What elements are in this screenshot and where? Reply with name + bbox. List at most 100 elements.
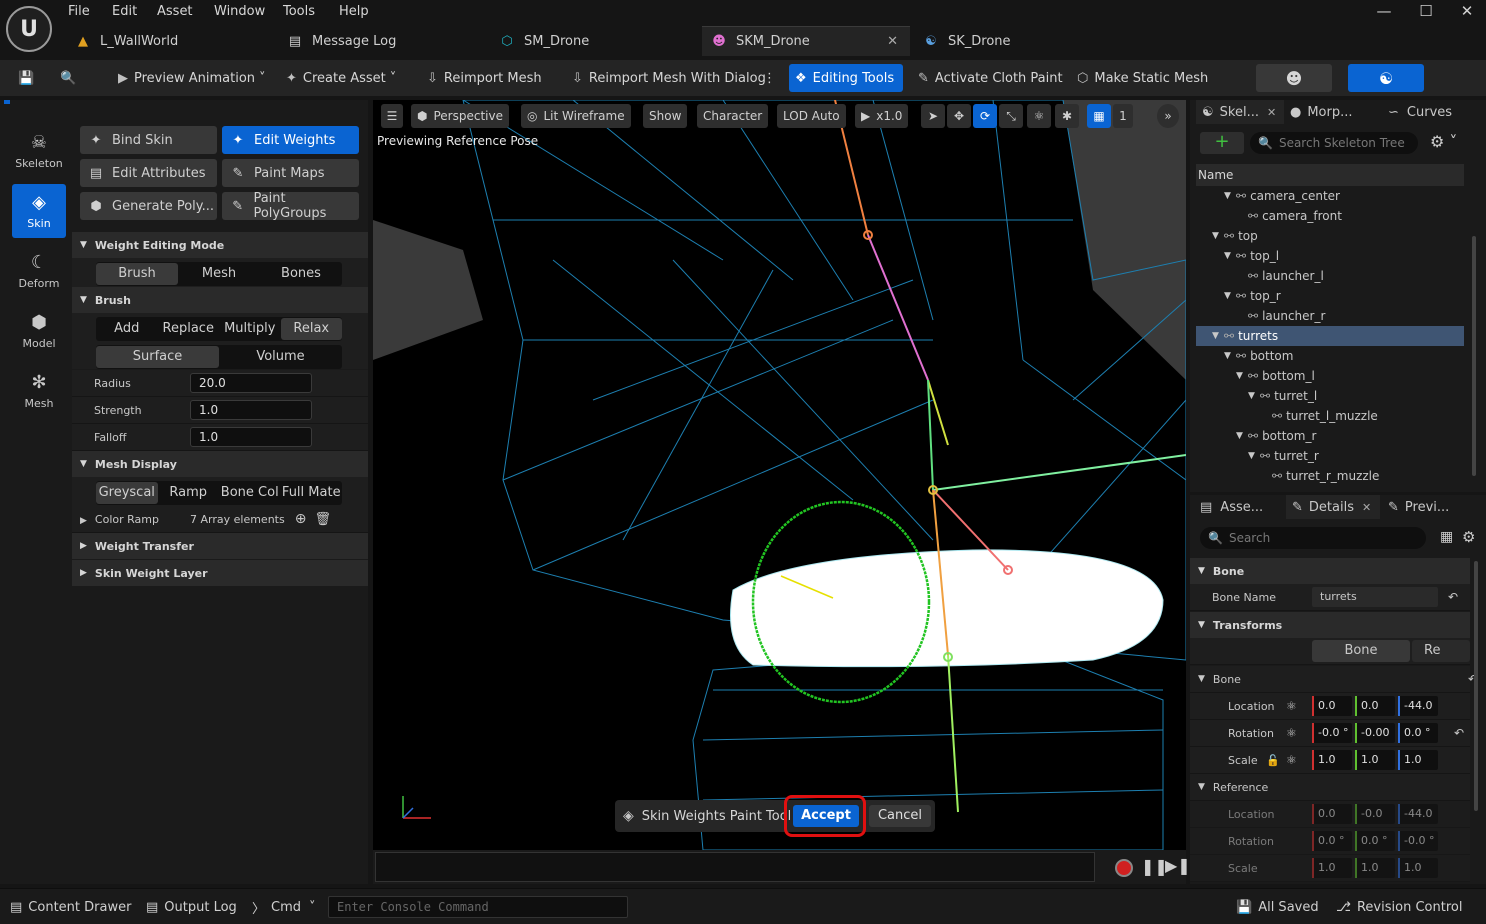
viewport[interactable]: ☰ ⬢ Perspective ◎ Lit Wireframe Show Cha… — [373, 100, 1186, 850]
section-weight-editing-mode[interactable]: ▼ Weight Editing Mode — [72, 232, 368, 258]
expand-triangle-icon[interactable]: ▼ — [1224, 291, 1236, 301]
close-window-icon[interactable]: ✕ — [1453, 2, 1481, 22]
expand-triangle-icon[interactable]: ▼ — [1248, 451, 1260, 461]
tree-row-top-r[interactable]: ▼ ⚯ top_r — [1196, 286, 1464, 306]
world-space-icon[interactable]: ⚛ — [1286, 699, 1312, 713]
section-transforms[interactable]: ▼ Transforms — [1190, 612, 1470, 638]
world-space-icon[interactable]: ⚛ — [1286, 753, 1312, 767]
tree-row-bottom-l[interactable]: ▼ ⚯ bottom_l — [1196, 366, 1464, 386]
world-space-icon[interactable]: ⚛ — [1286, 726, 1312, 740]
scale-tool-icon[interactable]: ⤡ — [999, 104, 1023, 128]
close-tab-icon[interactable]: ✕ — [1362, 501, 1371, 514]
save-icon[interactable]: 💾 — [12, 64, 40, 92]
perspective-button[interactable]: ⬢ Perspective — [411, 104, 509, 128]
tab-sk-drone[interactable]: ☯ SK_Drone — [914, 26, 1122, 56]
tree-row-turret-r[interactable]: ▼ ⚯ turret_r — [1196, 446, 1464, 466]
bone-transform-button[interactable]: Bone — [1312, 640, 1410, 662]
editing-tools-button[interactable]: ❖ Editing Tools — [789, 64, 903, 92]
select-tool-icon[interactable]: ➤ — [921, 104, 945, 128]
translate-tool-icon[interactable]: ✥ — [947, 104, 971, 128]
tab-message-log[interactable]: ▤ Message Log — [278, 26, 486, 56]
world-space-icon[interactable]: ⚛ — [1027, 104, 1051, 128]
scale-z[interactable]: 1.0 — [1398, 750, 1438, 770]
mode-skeleton[interactable]: ☠ Skeleton — [12, 124, 66, 178]
section-bone[interactable]: ▼ Bone — [1190, 558, 1470, 584]
expand-triangle-icon[interactable]: ▼ — [1236, 371, 1248, 381]
add-element-icon[interactable]: ⊕ — [295, 511, 307, 527]
revision-control-button[interactable]: ⎇ Revision Control — [1336, 896, 1462, 918]
tab-details[interactable]: ✎ Details ✕ — [1286, 495, 1380, 519]
generate-polygroups-button[interactable]: ⬢ Generate Poly... — [80, 192, 217, 220]
close-tab-icon[interactable]: ✕ — [1267, 106, 1276, 119]
brush-mode-relax[interactable]: Relax — [280, 318, 342, 340]
expand-triangle-icon[interactable]: ▼ — [1224, 351, 1236, 361]
close-tab-icon[interactable]: ✕ — [887, 34, 898, 49]
tree-row-bottom[interactable]: ▼ ⚯ bottom — [1196, 346, 1464, 366]
make-static-mesh-button[interactable]: ⬡ Make Static Mesh — [1071, 64, 1214, 92]
expand-triangle-icon[interactable]: ▶ — [80, 516, 87, 526]
tree-row-turret-l-muzzle[interactable]: ⚯ turret_l_muzzle — [1196, 406, 1464, 426]
color-mode-ramp[interactable]: Ramp — [158, 482, 220, 504]
scale-x[interactable]: 1.0 — [1312, 750, 1352, 770]
create-asset-button[interactable]: ✦ Create Asset ˅ — [280, 64, 402, 92]
tab-curves[interactable]: ∽ Curves — [1388, 100, 1452, 124]
output-log-button[interactable]: ▤ Output Log — [146, 896, 237, 918]
scale-y[interactable]: 1.0 — [1355, 750, 1395, 770]
cancel-button[interactable]: Cancel — [869, 805, 931, 827]
tree-row-turret-l[interactable]: ▼ ⚯ turret_l — [1196, 386, 1464, 406]
section-brush[interactable]: ▼ Brush — [72, 287, 368, 313]
skeleton-search-input[interactable]: 🔍 Search Skeleton Tree — [1250, 132, 1418, 154]
tab-skm-drone[interactable]: ☻ SKM_Drone ✕ — [702, 26, 910, 56]
tab-sm-drone[interactable]: ⬡ SM_Drone — [490, 26, 698, 56]
location-x[interactable]: 0.0 — [1312, 696, 1352, 716]
tab-l-wallworld[interactable]: ▲ L_WallWorld — [66, 26, 274, 56]
lod-button[interactable]: LOD Auto — [777, 104, 846, 128]
weight-mode-bones[interactable]: Bones — [260, 263, 342, 285]
trash-icon[interactable]: 🗑 — [314, 512, 331, 527]
section-weight-transfer[interactable]: ▶ Weight Transfer — [72, 533, 368, 559]
console-command-input[interactable]: Enter Console Command — [328, 896, 628, 918]
edit-attributes-button[interactable]: ▤ Edit Attributes — [80, 159, 217, 187]
view-mode-button[interactable]: ◎ Lit Wireframe — [521, 104, 631, 128]
maximize-icon[interactable]: ☐ — [1412, 2, 1440, 22]
rotation-y[interactable]: -0.00 — [1355, 723, 1395, 743]
paint-polygroups-button[interactable]: ✎ Paint PolyGroups — [222, 191, 359, 221]
surface-snap-icon[interactable]: ✱ — [1055, 104, 1079, 128]
color-mode-full-material[interactable]: Full Mate — [281, 482, 343, 504]
expand-triangle-icon[interactable]: ▼ — [1224, 251, 1236, 261]
content-drawer-button[interactable]: ▤ Content Drawer — [10, 896, 131, 918]
tab-skeleton-tree[interactable]: ☯ Skel... ✕ — [1196, 100, 1284, 124]
menu-file[interactable]: File — [68, 4, 90, 19]
tree-row-turrets[interactable]: ▼ ⚯ turrets — [1196, 326, 1464, 346]
expand-triangle-icon[interactable]: ▼ — [1224, 191, 1236, 201]
tree-column-header[interactable]: Name — [1196, 164, 1464, 186]
mode-mesh[interactable]: ✻ Mesh — [12, 364, 66, 418]
brush-mode-add[interactable]: Add — [96, 318, 158, 340]
viewport-menu-icon[interactable]: ☰ — [381, 104, 403, 128]
bind-skin-button[interactable]: ✦ Bind Skin — [80, 126, 217, 154]
show-button[interactable]: Show — [643, 104, 688, 128]
location-y[interactable]: 0.0 — [1355, 696, 1395, 716]
details-scrollbar[interactable] — [1474, 561, 1478, 811]
bone-name-field[interactable]: turrets — [1312, 587, 1438, 607]
rotate-tool-icon[interactable]: ⟳ — [973, 104, 997, 128]
reset-icon[interactable]: ↶ — [1448, 590, 1458, 604]
section-skin-weight-layer[interactable]: ▶ Skin Weight Layer — [72, 560, 368, 586]
table-view-icon[interactable]: ▦ — [1440, 529, 1453, 545]
skeleton-editor-button[interactable]: ☻ — [1256, 64, 1332, 92]
radius-input[interactable]: 20.0 — [190, 373, 312, 393]
menu-help[interactable]: Help — [339, 4, 369, 19]
tree-row-top[interactable]: ▼ ⚯ top — [1196, 226, 1464, 246]
tree-row-turret-r-muzzle[interactable]: ⚯ turret_r_muzzle — [1196, 466, 1464, 486]
falloff-surface[interactable]: Surface — [96, 346, 219, 368]
color-mode-bone-color[interactable]: Bone Col — [219, 482, 281, 504]
pause-icon[interactable]: ❚❚ — [1141, 857, 1168, 876]
cmd-button[interactable]: 〉 Cmd ˅ — [252, 896, 316, 918]
menu-window[interactable]: Window — [214, 4, 265, 19]
rotation-z[interactable]: 0.0 ° — [1398, 723, 1438, 743]
tree-scrollbar[interactable] — [1472, 236, 1476, 476]
minimize-icon[interactable]: — — [1370, 2, 1398, 22]
tree-row-launcher-l[interactable]: ⚯ launcher_l — [1196, 266, 1464, 286]
mode-skin[interactable]: ◈ Skin — [12, 184, 66, 238]
tab-preview-settings[interactable]: ✎ Previ... — [1388, 495, 1449, 519]
